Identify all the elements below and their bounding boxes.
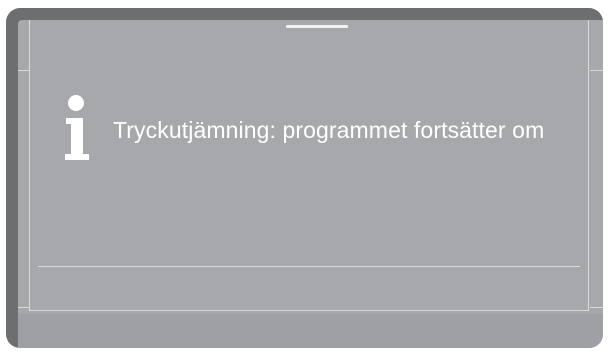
frame-guide-line xyxy=(18,70,29,71)
info-icon xyxy=(65,95,89,160)
frame-guide-line xyxy=(18,307,29,308)
content-frame xyxy=(29,20,589,311)
display-screen: Tryckutjämning: programmet fortsätter om xyxy=(18,20,603,348)
status-message: Tryckutjämning: programmet fortsätter om xyxy=(113,117,545,143)
frame-guide-line xyxy=(590,307,603,308)
divider-line xyxy=(38,266,580,267)
device-bezel: Tryckutjämning: programmet fortsätter om xyxy=(6,8,603,348)
frame-guide-line xyxy=(590,70,603,71)
bottom-bar xyxy=(18,314,603,348)
